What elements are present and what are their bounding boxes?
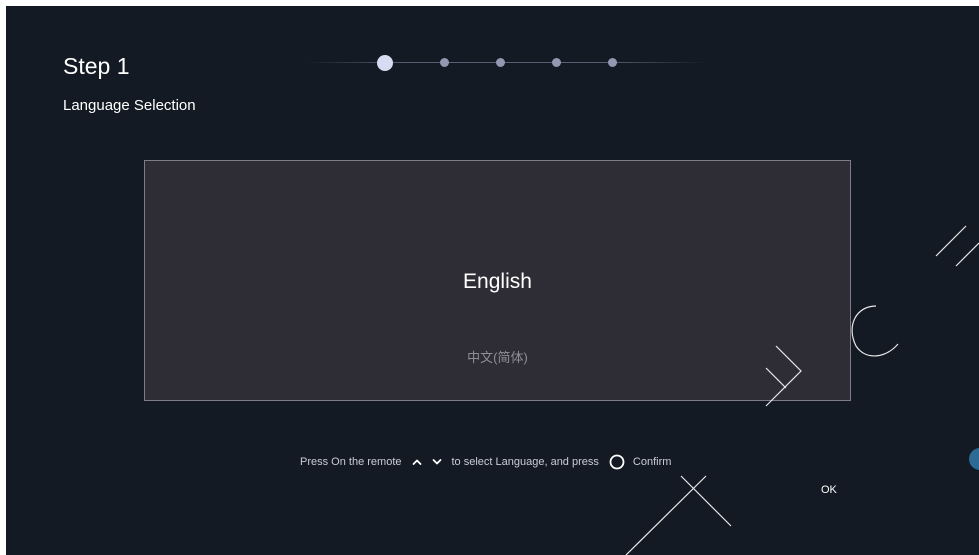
setup-screen: Step 1 Language Selection English 中文(简体)… bbox=[6, 6, 979, 555]
chevron-up-icon bbox=[412, 458, 422, 466]
language-option-english[interactable]: English bbox=[145, 269, 850, 295]
progress-dot-step-3 bbox=[496, 58, 505, 67]
hint-suffix: Confirm bbox=[632, 456, 672, 468]
hint-middle: to select Language, and press bbox=[451, 456, 599, 468]
step-progress-indicator bbox=[306, 52, 706, 74]
progress-dot-step-5 bbox=[608, 58, 617, 67]
side-badge-icon bbox=[969, 448, 979, 470]
circle-icon bbox=[609, 454, 625, 470]
language-option-chinese[interactable]: 中文(简体) bbox=[145, 349, 850, 367]
chevron-down-icon bbox=[432, 458, 442, 466]
step-title: Step 1 bbox=[63, 53, 130, 79]
step-subtitle: Language Selection bbox=[63, 97, 196, 114]
progress-dot-step-4 bbox=[552, 58, 561, 67]
progress-dot-step-1 bbox=[377, 55, 393, 71]
progress-track bbox=[306, 62, 706, 63]
ok-label: OK bbox=[821, 484, 837, 496]
remote-hint: Press On the remote to select Language, … bbox=[300, 451, 671, 473]
progress-dot-step-2 bbox=[440, 58, 449, 67]
language-list[interactable]: English 中文(简体) bbox=[144, 160, 851, 401]
hint-prefix: Press On the remote bbox=[300, 456, 402, 468]
